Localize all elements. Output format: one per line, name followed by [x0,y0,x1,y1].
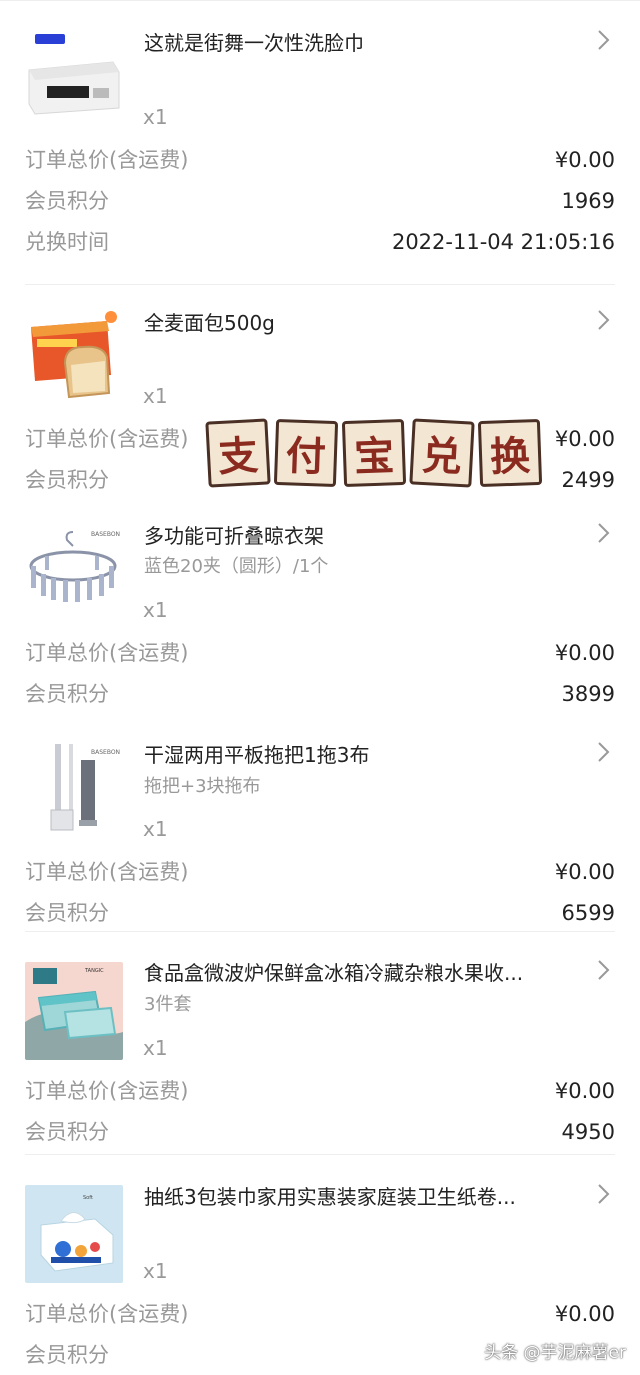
order-total-value: ¥0.00 [554,1302,615,1326]
product-name: 抽纸3包装巾家用实惠装家庭装卫生纸卷... [144,1185,516,1209]
order-total-label: 订单总价(含运费) [25,1079,189,1103]
overlay-char: 兑 [409,418,475,488]
order-total-value: ¥0.00 [554,148,615,172]
chevron-right-icon[interactable] [596,1182,612,1206]
product-name: 这就是街舞一次性洗脸巾 [144,31,364,55]
product-quantity: x1 [143,817,168,841]
points-label: 会员积分 [25,682,109,706]
product-name: 全麦面包500g [144,311,275,335]
product-spec: 蓝色20夹（圆形）/1个 [144,556,329,577]
points-label: 会员积分 [25,468,109,492]
order-card[interactable]: BASEBON 多功能可折叠晾衣架 蓝色20夹（圆形）/1个 x1 订单总价(含… [0,500,640,720]
product-quantity: x1 [143,105,168,129]
product-quantity: x1 [143,1259,168,1283]
order-card[interactable]: TANGIC 食品盒微波炉保鲜盒冰箱冷藏杂粮水果收... 3件套 x1 订单总价… [0,932,640,1155]
face-towel-package-image [25,28,123,126]
product-name: 多功能可折叠晾衣架 [144,524,324,548]
chevron-right-icon[interactable] [596,958,612,982]
watermark: 头条 @芋泥麻薯er [484,1343,626,1363]
points-label: 会员积分 [25,189,109,213]
chevron-right-icon[interactable] [596,28,612,52]
product-name: 食品盒微波炉保鲜盒冰箱冷藏杂粮水果收... [144,961,524,985]
product-thumbnail[interactable] [25,28,123,126]
redeem-time-label: 兑换时间 [25,230,109,254]
redeem-time-value: 2022-11-04 21:05:16 [391,230,615,254]
points-value: 3899 [561,682,615,706]
points-value: 4950 [561,1120,615,1144]
order-total-label: 订单总价(含运费) [25,427,189,451]
points-label: 会员积分 [25,901,109,925]
bread-box-image [25,305,123,403]
points-value: 1969 [561,189,615,213]
order-total-label: 订单总价(含运费) [25,860,189,884]
product-thumbnail[interactable]: Soft [25,1185,123,1283]
flat-mop-image: BASEBON [25,740,123,838]
product-quantity: x1 [143,598,168,622]
order-total-value: ¥0.00 [554,641,615,665]
product-spec: 拖把+3块拖布 [144,776,261,797]
chevron-right-icon[interactable] [596,521,612,545]
order-total-label: 订单总价(含运费) [25,641,189,665]
svg-text:Soft: Soft [83,1195,93,1201]
product-spec: 3件套 [144,994,192,1015]
chevron-right-icon[interactable] [596,740,612,764]
order-total-value: ¥0.00 [554,860,615,884]
overlay-char: 宝 [341,418,407,488]
product-thumbnail[interactable]: TANGIC [25,962,123,1060]
points-value: 2499 [561,468,615,492]
alipay-redeem-overlay: 支 付 宝 兑 换 [205,418,547,492]
product-thumbnail[interactable]: BASEBON [25,740,123,838]
order-card[interactable]: BASEBON 干湿两用平板拖把1拖3布 拖把+3块拖布 x1 订单总价(含运费… [0,720,640,932]
order-card[interactable]: 这就是街舞一次性洗脸巾 x1 订单总价(含运费) ¥0.00 会员积分 1969… [0,0,640,285]
clothes-hanger-image: BASEBON [25,526,123,624]
points-value: 6599 [561,901,615,925]
overlay-char: 付 [273,418,339,488]
food-container-image: TANGIC [25,962,123,1060]
order-total-value: ¥0.00 [554,427,615,451]
product-thumbnail[interactable]: BASEBON [25,526,123,624]
product-name: 干湿两用平板拖把1拖3布 [144,743,370,767]
product-thumbnail[interactable] [25,305,123,403]
order-total-label: 订单总价(含运费) [25,148,189,172]
tissue-box-image: Soft [25,1185,123,1283]
order-total-value: ¥0.00 [554,1079,615,1103]
chevron-right-icon[interactable] [596,308,612,332]
overlay-char: 支 [205,418,271,488]
svg-text:BASEBON: BASEBON [91,749,120,756]
product-quantity: x1 [143,1036,168,1060]
points-label: 会员积分 [25,1343,109,1367]
order-total-label: 订单总价(含运费) [25,1302,189,1326]
product-quantity: x1 [143,384,168,408]
svg-text:TANGIC: TANGIC [84,968,104,974]
svg-text:BASEBON: BASEBON [91,531,120,538]
overlay-char: 换 [477,418,543,488]
points-label: 会员积分 [25,1120,109,1144]
